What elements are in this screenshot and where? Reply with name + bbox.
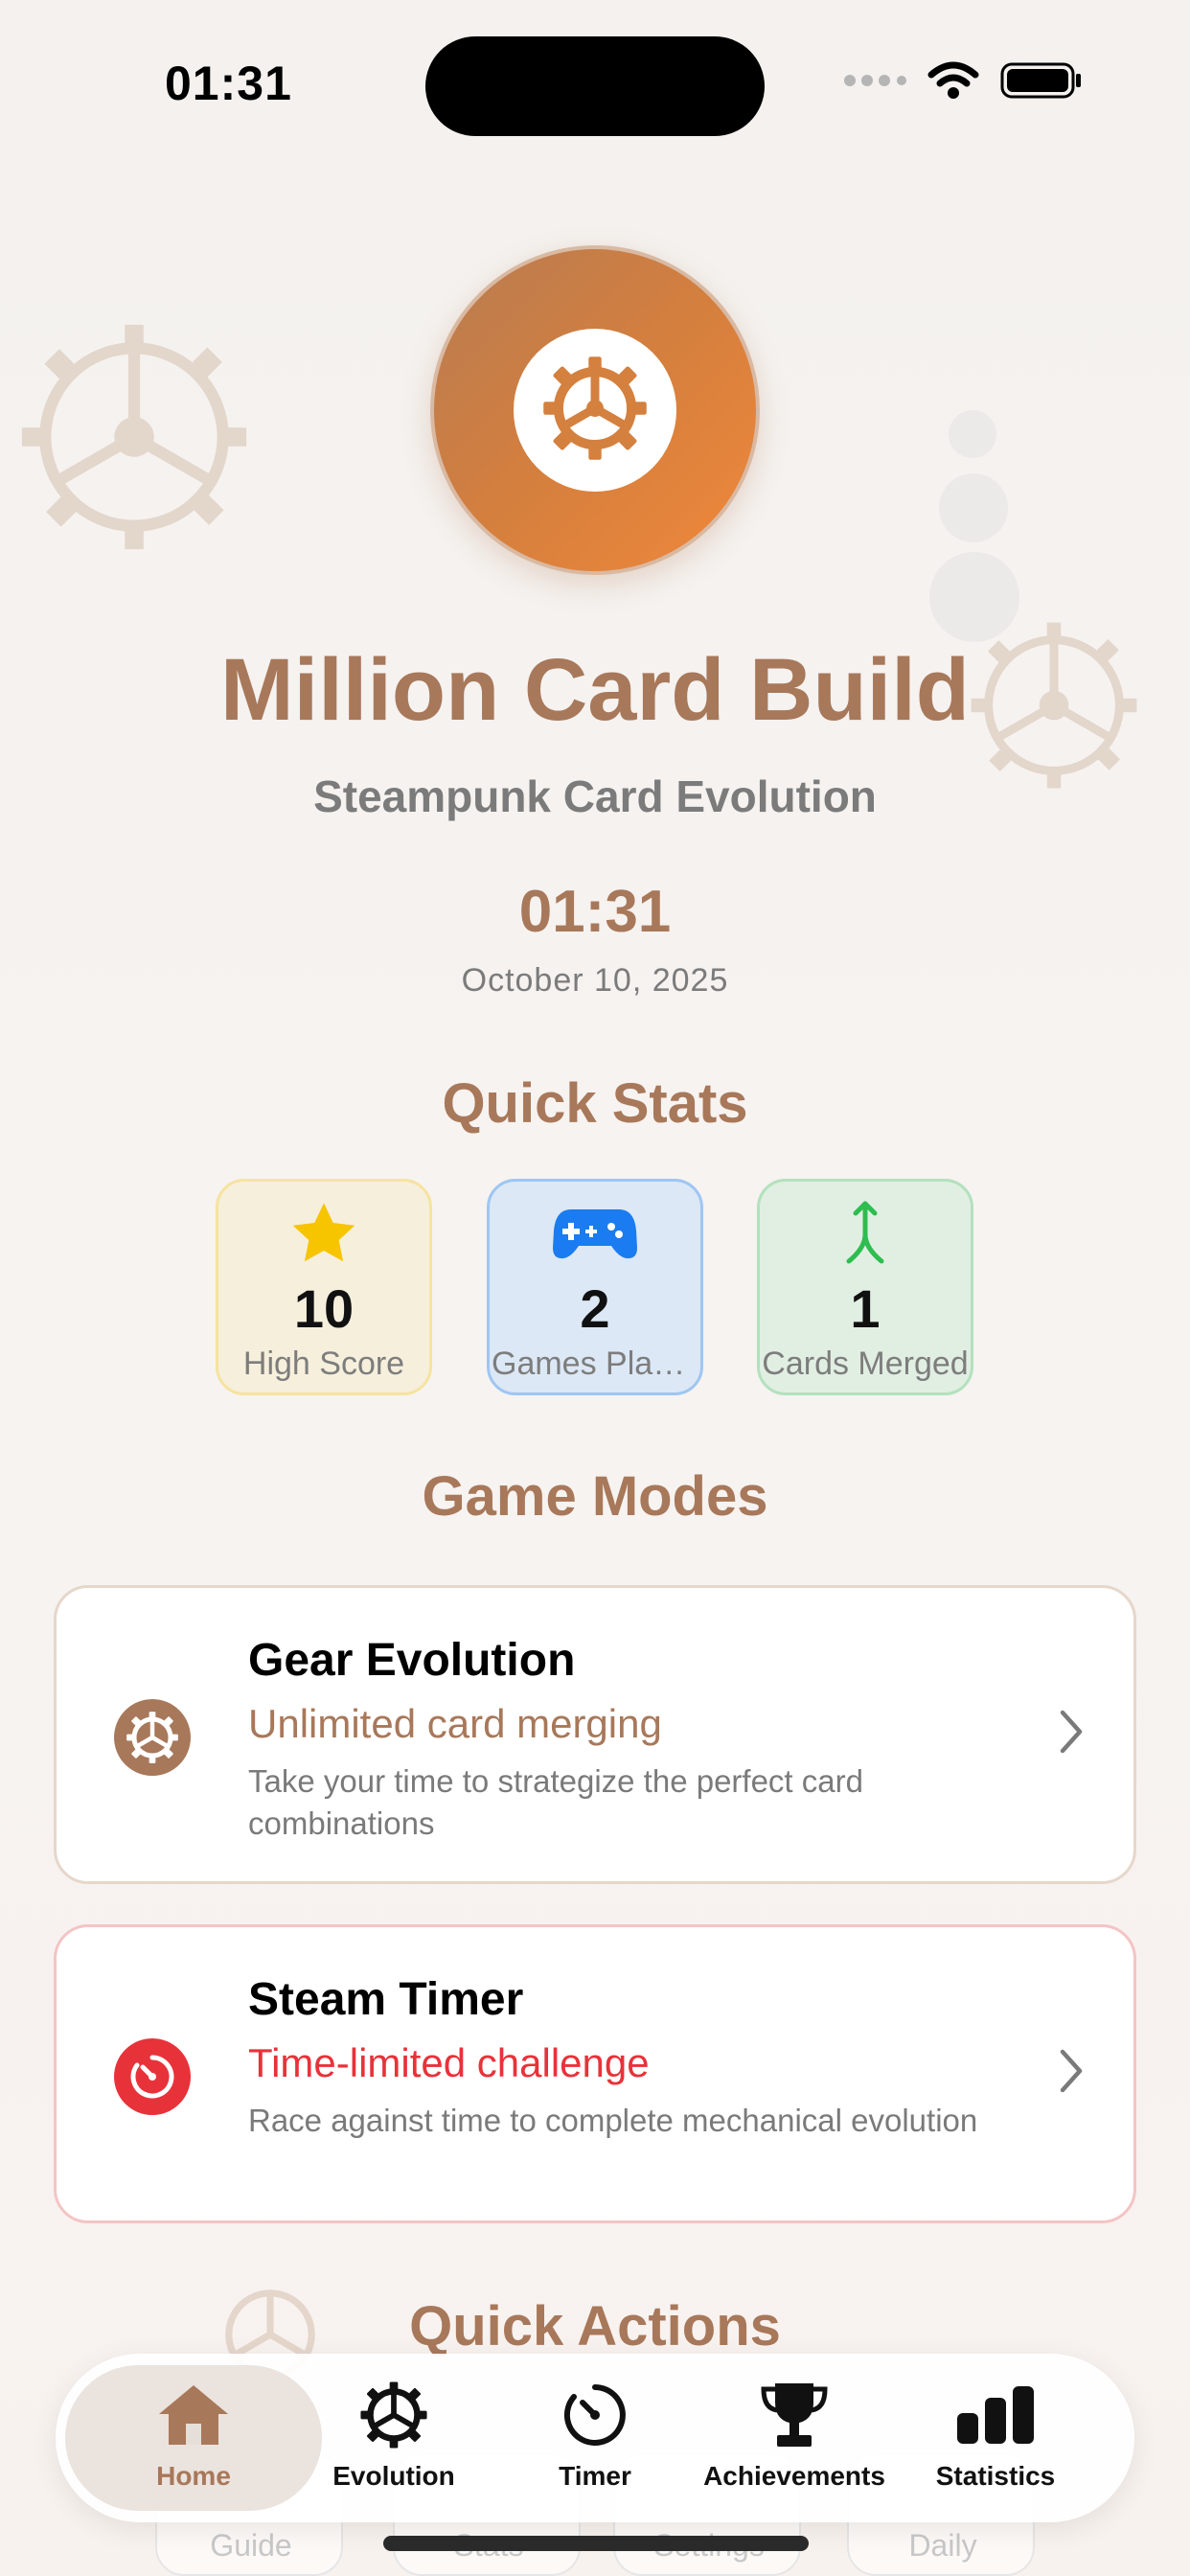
battery-icon (1000, 61, 1083, 104)
stat-card-cards-merged: 1 Cards Merged (757, 1179, 973, 1395)
tab-statistics[interactable]: Statistics (895, 2375, 1096, 2509)
mode-card-steam-timer[interactable]: Steam Timer Time-limited challenge Race … (54, 1924, 1136, 2223)
mode-description: Race against time to complete mechanical… (248, 2103, 978, 2138)
decorative-bubble (949, 410, 996, 458)
decorative-gear-icon (17, 320, 251, 559)
quick-stats-title: Quick Stats (442, 1072, 748, 1135)
quick-action-label: Guide (210, 2528, 292, 2563)
mode-subtitle: Time-limited challenge (248, 2040, 650, 2085)
wifi-icon (927, 61, 979, 104)
tab-label: Evolution (332, 2461, 455, 2491)
dynamic-island (425, 36, 765, 136)
game-modes-title: Game Modes (422, 1465, 768, 1528)
status-time: 01:31 (165, 57, 292, 110)
current-time: 01:31 (518, 879, 672, 945)
decorative-bubble (929, 552, 1019, 642)
tab-label: Achievements (703, 2461, 885, 2491)
stat-value: 10 (293, 1278, 355, 1339)
home-indicator (383, 2536, 809, 2551)
stat-label: Games Played (492, 1346, 698, 1382)
gear-icon (114, 1699, 191, 1776)
mode-title: Steam Timer (248, 1974, 524, 2025)
tab-label: Home (156, 2461, 231, 2491)
mode-card-gear-evolution[interactable]: Gear Evolution Unlimited card merging Ta… (54, 1585, 1136, 1884)
app-title: Million Card Build (220, 641, 970, 739)
tab-label: Statistics (935, 2461, 1056, 2491)
trophy-icon (760, 2375, 829, 2455)
tab-label: Timer (559, 2461, 631, 2491)
tab-timer[interactable]: Timer (494, 2375, 696, 2509)
stat-label: Cards Merged (762, 1346, 969, 1382)
gear-icon (359, 2375, 428, 2455)
mode-title: Gear Evolution (248, 1635, 576, 1686)
signal-icon (843, 74, 906, 92)
stat-card-games-played: 2 Games Played (487, 1179, 703, 1395)
gamecontroller-icon (552, 1195, 638, 1272)
app-logo-inner (514, 329, 676, 492)
stat-card-high-score: 10 High Score (216, 1179, 432, 1395)
merge-arrow-icon (841, 1195, 889, 1272)
tab-home[interactable]: Home (93, 2375, 294, 2509)
timer-icon (561, 2375, 629, 2455)
mode-subtitle: Unlimited card merging (248, 1701, 662, 1746)
chevron-right-icon (1057, 1709, 1086, 1760)
quick-action-label: Daily (908, 2528, 977, 2563)
stat-value: 1 (850, 1278, 881, 1339)
star-icon (289, 1195, 358, 1272)
tab-evolution[interactable]: Evolution (293, 2375, 494, 2509)
app-subtitle: Steampunk Card Evolution (313, 771, 877, 821)
status-icons (843, 61, 1083, 104)
quick-actions-title: Quick Actions (409, 2295, 781, 2358)
mode-description: Take your time to strategize the perfect… (248, 1763, 863, 1841)
gear-icon (541, 355, 649, 467)
chevron-right-icon (1057, 2048, 1086, 2099)
chart-bars-icon (955, 2375, 1036, 2455)
house-icon (155, 2375, 232, 2455)
current-date: October 10, 2025 (461, 962, 729, 999)
stat-value: 2 (580, 1278, 610, 1339)
tab-achievements[interactable]: Achievements (694, 2375, 895, 2509)
timer-icon (114, 2038, 191, 2115)
decorative-bubble (939, 473, 1008, 542)
stat-label: High Score (242, 1346, 405, 1382)
